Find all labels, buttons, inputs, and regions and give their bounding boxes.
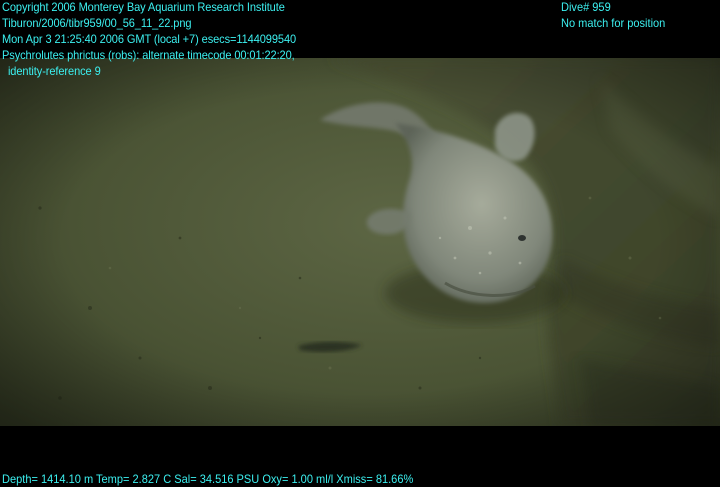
species-annotation-text: Psychrolutes phrictus (robs): alternate … bbox=[2, 48, 295, 62]
underwater-scene bbox=[0, 58, 720, 426]
timestamp-text: Mon Apr 3 21:25:40 2006 GMT (local +7) e… bbox=[2, 32, 297, 46]
dive-number-text: Dive# 959 bbox=[561, 0, 611, 14]
image-path-text: Tiburon/2006/tibr959/00_56_11_22.png bbox=[2, 16, 192, 30]
seafloor-image bbox=[0, 58, 720, 426]
video-frame: Copyright 2006 Monterey Bay Aquarium Res… bbox=[0, 0, 720, 486]
copyright-text: Copyright 2006 Monterey Bay Aquarium Res… bbox=[2, 0, 285, 14]
identity-reference-text: identity-reference 9 bbox=[2, 64, 101, 78]
sensor-readout-text: Depth= 1414.10 m Temp= 2.827 C Sal= 34.5… bbox=[2, 472, 414, 486]
position-status-text: No match for position bbox=[561, 16, 666, 30]
